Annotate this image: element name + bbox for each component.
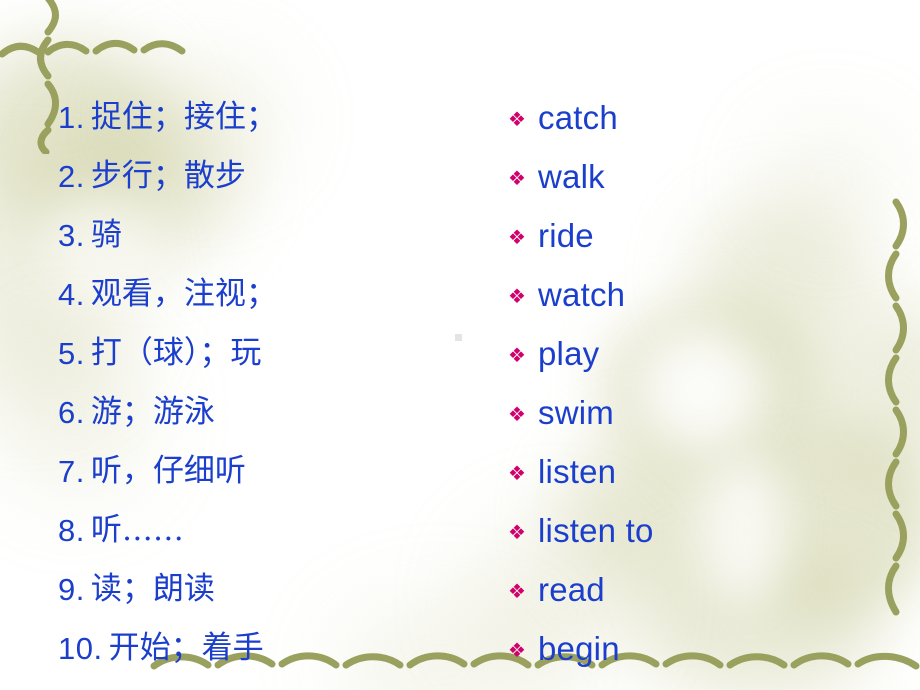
diamond-cluster-bullet-icon: ❖ [508,283,526,308]
list-item-number: 9. [58,572,85,607]
list-item: 7. 听，仔细听 [58,442,498,501]
list-item: ❖ read [508,560,908,619]
list-item-number: 5. [58,336,85,371]
diamond-cluster-bullet-icon: ❖ [508,106,526,131]
list-item-label: ride [538,217,594,254]
list-item: 5. 打（球）；玩 [58,324,498,383]
list-item-label: 游；游泳 [90,394,215,430]
list-item: 10. 开始；着手 [58,619,498,678]
list-item-number: 10. [58,631,103,666]
english-word-list: ❖ catch ❖ walk ❖ ride ❖ watch ❖ play ❖ s… [508,88,908,678]
diamond-cluster-bullet-icon: ❖ [508,578,526,603]
list-item-label: listen [538,453,617,490]
list-item-label: walk [538,158,605,195]
list-item-number: 3. [58,218,85,253]
placeholder-marker [455,334,462,341]
list-item-label: listen to [538,512,654,549]
list-item-label: 听…… [90,512,184,548]
list-item-label: 开始；着手 [108,630,264,666]
slide-content: 1. 捉住；接住； 2. 步行；散步 3. 骑 4. 观看，注视； 5. 打（球… [0,0,920,690]
list-item: 1. 捉住；接住； [58,88,498,147]
list-item-label: 骑 [90,217,122,253]
list-item: 8. 听…… [58,501,498,560]
list-item: 2. 步行；散步 [58,147,498,206]
list-item-number: 7. [58,454,85,489]
list-item-number: 2. [58,159,85,194]
list-item-label: watch [538,276,626,313]
list-item-label: read [538,571,605,608]
list-item: ❖ listen [508,442,908,501]
diamond-cluster-bullet-icon: ❖ [508,342,526,367]
list-item-label: 捉住；接住； [90,99,277,135]
list-item: 6. 游；游泳 [58,383,498,442]
diamond-cluster-bullet-icon: ❖ [508,165,526,190]
diamond-cluster-bullet-icon: ❖ [508,519,526,544]
list-item: 4. 观看，注视； [58,265,498,324]
list-item: ❖ listen to [508,501,908,560]
list-item: ❖ swim [508,383,908,442]
list-item-label: catch [538,99,618,136]
list-item: 9. 读；朗读 [58,560,498,619]
list-item: ❖ catch [508,88,908,147]
list-item-number: 1. [58,100,85,135]
list-item-number: 6. [58,395,85,430]
list-item: 3. 骑 [58,206,498,265]
slide-canvas: 1. 捉住；接住； 2. 步行；散步 3. 骑 4. 观看，注视； 5. 打（球… [0,0,920,690]
list-item: ❖ walk [508,147,908,206]
list-item-label: 打（球）；玩 [90,335,262,371]
list-item: ❖ ride [508,206,908,265]
list-item-number: 4. [58,277,85,312]
diamond-cluster-bullet-icon: ❖ [508,401,526,426]
list-item-label: swim [538,394,614,431]
list-item-label: play [538,335,600,372]
diamond-cluster-bullet-icon: ❖ [508,637,526,662]
list-item: ❖ begin [508,619,908,678]
list-item-number: 8. [58,513,85,548]
chinese-definition-list: 1. 捉住；接住； 2. 步行；散步 3. 骑 4. 观看，注视； 5. 打（球… [58,88,498,678]
diamond-cluster-bullet-icon: ❖ [508,460,526,485]
list-item-label: begin [538,630,620,667]
list-item: ❖ play [508,324,908,383]
list-item: ❖ watch [508,265,908,324]
list-item-label: 步行；散步 [90,158,246,194]
list-item-label: 观看，注视； [90,276,277,312]
list-item-label: 读；朗读 [90,571,215,607]
diamond-cluster-bullet-icon: ❖ [508,224,526,249]
list-item-label: 听，仔细听 [90,453,246,489]
